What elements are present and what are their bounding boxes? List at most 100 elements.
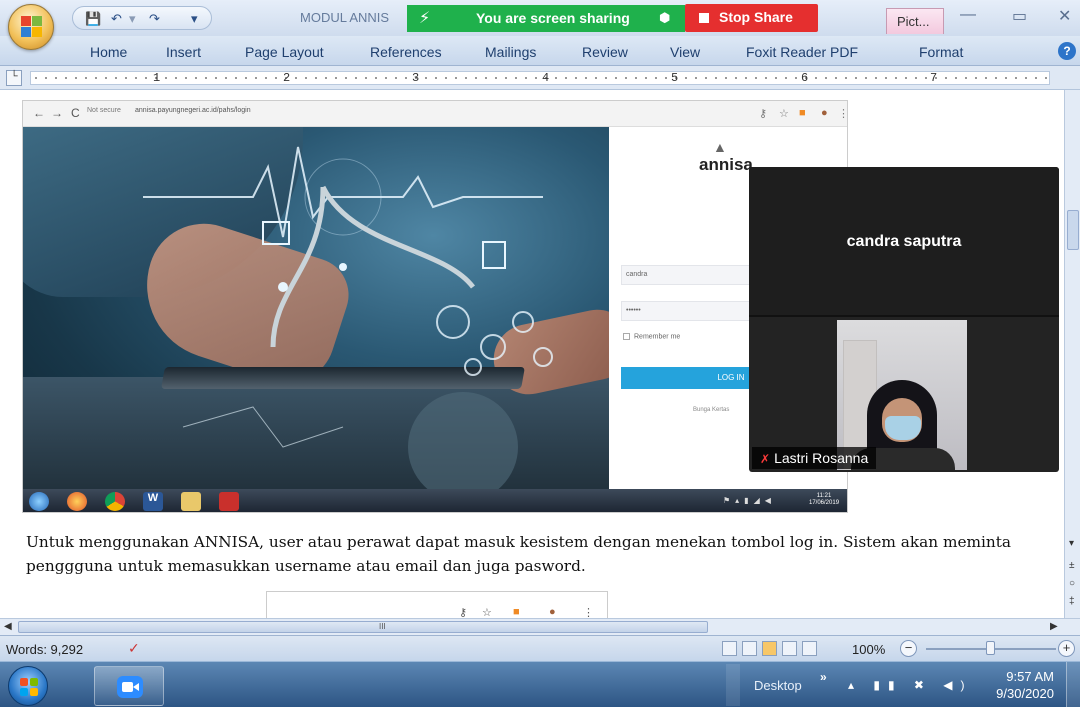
close-button[interactable]: ✕	[1058, 6, 1071, 26]
tab-references[interactable]: References	[370, 44, 442, 60]
show-desktop-button[interactable]	[1066, 662, 1080, 707]
next-embedded-screenshot[interactable]: ⚷ ☆ ■ ● ⋮	[266, 591, 608, 618]
medical-hologram-graphic	[143, 146, 553, 489]
start-button[interactable]	[8, 666, 48, 706]
desktop-toolbar-label[interactable]: Desktop	[754, 678, 802, 693]
pdf-icon	[219, 492, 239, 511]
undo-dropdown-icon[interactable]: ▾	[129, 11, 136, 27]
chrome-icon	[105, 492, 125, 511]
windows-start-icon	[20, 678, 38, 696]
tab-selector[interactable]: └	[6, 70, 22, 86]
select-browse-object-icon[interactable]: ○	[1069, 578, 1075, 589]
tab-home[interactable]: Home	[90, 44, 127, 60]
zoom-slider-handle[interactable]	[986, 641, 995, 655]
star-icon: ☆	[779, 108, 789, 120]
minimize-button[interactable]: —	[960, 6, 976, 24]
full-screen-reading-button[interactable]	[742, 641, 757, 656]
spelling-check-icon[interactable]: ✓	[128, 640, 140, 657]
tab-insert[interactable]: Insert	[166, 44, 201, 60]
reload-icon: C	[71, 106, 80, 120]
horizontal-scrollbar[interactable]: ◀ III ▶	[0, 618, 1080, 635]
profile-icon: ●	[549, 606, 556, 618]
stop-share-label: Stop Share	[719, 9, 793, 25]
clock-time: 9:57 AM	[1006, 669, 1054, 684]
quick-access-toolbar: 💾 ↶ ▾ ↷ ▾	[72, 6, 212, 30]
embedded-time: 11:21	[816, 493, 832, 499]
next-page-icon[interactable]: ‡	[1069, 596, 1075, 607]
document-page[interactable]: ← → C Not secure annisa.payungnegeri.ac.…	[0, 90, 1064, 618]
app-name: annisa	[699, 155, 753, 174]
vertical-scroll-thumb[interactable]	[1067, 210, 1079, 250]
tab-view[interactable]: View	[670, 44, 700, 60]
ruler-ticks	[31, 77, 1049, 79]
forward-icon: →	[51, 106, 63, 120]
web-layout-button[interactable]	[762, 641, 777, 656]
footer-text: Bunga Kertas	[693, 407, 730, 413]
embedded-screenshot[interactable]: ← → C Not secure annisa.payungnegeri.ac.…	[22, 100, 848, 513]
print-layout-view-button[interactable]	[722, 641, 737, 656]
tab-page-layout[interactable]: Page Layout	[245, 44, 324, 60]
taskbar-scroll-handle[interactable]	[726, 664, 740, 706]
undo-icon[interactable]: ↶	[111, 11, 122, 27]
ruler-strip: 1 2 3 4 5 6 7	[30, 71, 1050, 85]
hero-image	[23, 127, 609, 489]
draft-view-button[interactable]	[802, 641, 817, 656]
maximize-button[interactable]: ▭	[1012, 6, 1027, 26]
outline-view-button[interactable]	[782, 641, 797, 656]
presenter-tile[interactable]: candra saputra	[749, 167, 1059, 317]
scroll-right-arrow-icon[interactable]: ▶	[1050, 621, 1058, 632]
firefox-icon	[67, 492, 87, 511]
tab-mailings[interactable]: Mailings	[485, 44, 536, 60]
system-clock[interactable]: 9:57 AM 9/30/2020	[978, 668, 1054, 702]
zoom-in-button[interactable]: +	[1058, 640, 1075, 657]
embedded-taskbar: W ⚑▴▮◢◀ 11:21 17/06/2019	[23, 489, 847, 512]
system-tray-icons[interactable]: ▴ ▮▮ ✖ ◀)	[848, 678, 973, 692]
customize-qat-icon[interactable]: ▾	[191, 11, 198, 27]
tab-review[interactable]: Review	[582, 44, 628, 60]
url-text: annisa.payungnegeri.ac.id/pahs/login	[135, 107, 251, 114]
help-icon[interactable]: ?	[1058, 42, 1076, 60]
ruler-number: 3	[412, 71, 420, 85]
zoom-taskbar-button[interactable]	[94, 666, 164, 706]
url-security-label: Not secure	[87, 107, 121, 114]
scroll-down-arrow-icon[interactable]: ▾	[1069, 538, 1074, 549]
ruler-number: 7	[930, 71, 938, 85]
stop-share-button[interactable]: Stop Share	[685, 4, 818, 32]
redo-icon[interactable]: ↷	[149, 11, 160, 27]
shield-icon: ⬢	[659, 10, 671, 25]
tab-foxit[interactable]: Foxit Reader PDF	[746, 44, 858, 60]
clock-date: 9/30/2020	[996, 686, 1054, 701]
tab-format[interactable]: Format	[919, 44, 963, 60]
embedded-clock: 11:21 17/06/2019	[809, 493, 839, 507]
word-count[interactable]: Words: 9,292	[6, 642, 83, 657]
browser-toolbar: ← → C Not secure annisa.payungnegeri.ac.…	[23, 101, 847, 127]
body-paragraph[interactable]: Untuk menggunakan ANNISA, user atau pera…	[26, 530, 1062, 578]
vertical-scrollbar[interactable]: ▾ ± ○ ‡	[1064, 90, 1080, 618]
scroll-left-arrow-icon[interactable]: ◀	[4, 621, 12, 632]
remember-label: Remember me	[634, 333, 681, 341]
zoom-level[interactable]: 100%	[852, 642, 885, 657]
star-icon: ☆	[482, 607, 492, 618]
muted-mic-icon: ✗	[760, 452, 771, 466]
desktop-toolbar-chevron[interactable]: »	[820, 670, 827, 684]
scroll-grip: III	[379, 622, 386, 631]
tray-icons: ⚑▴▮◢◀	[723, 496, 776, 505]
stop-square-icon	[699, 13, 709, 23]
previous-page-icon[interactable]: ±	[1069, 560, 1075, 571]
zoom-out-button[interactable]: −	[900, 640, 917, 657]
office-button[interactable]	[8, 4, 54, 50]
title-bar: 💾 ↶ ▾ ↷ ▾ MODUL ANNIS ⚡ You are screen s…	[0, 0, 1080, 36]
picture-tools-tab[interactable]: Pict...	[886, 8, 944, 34]
ruler-number: 6	[801, 71, 809, 85]
word-icon: W	[143, 492, 163, 511]
horizontal-scroll-thumb[interactable]: III	[18, 621, 708, 633]
participant-name-tag: ✗ Lastri Rosanna	[752, 447, 877, 469]
zoom-app-icon	[117, 676, 143, 698]
save-icon[interactable]: 💾	[85, 11, 101, 27]
document-title: MODUL ANNIS	[300, 10, 390, 25]
zoom-video-panel[interactable]: candra saputra ✗ Lastri Rosanna	[749, 167, 1059, 472]
menu-icon: ⋮	[583, 607, 594, 618]
start-orb-icon	[29, 492, 49, 511]
key-icon: ⚷	[459, 607, 468, 618]
extension-icon: ■	[799, 107, 806, 119]
